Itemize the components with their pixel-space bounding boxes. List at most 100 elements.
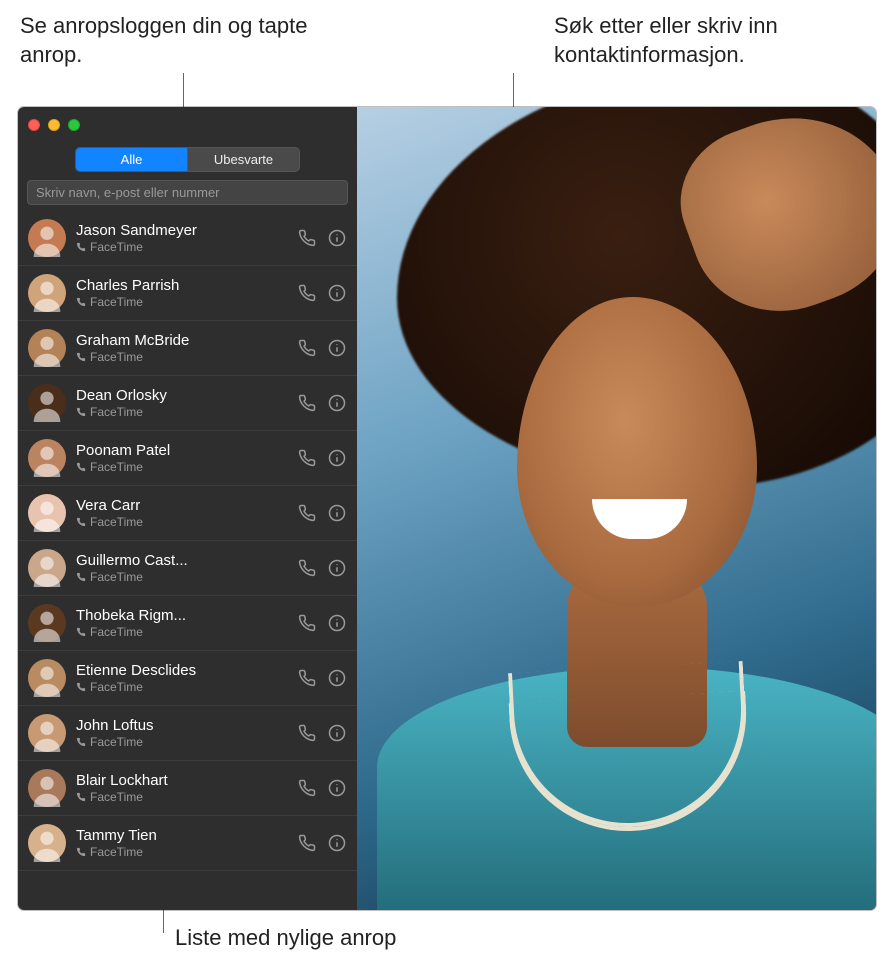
call-button[interactable]: [297, 723, 317, 743]
row-actions: [297, 833, 347, 853]
call-row[interactable]: Blair LockhartFaceTime: [18, 761, 357, 816]
fullscreen-window-button[interactable]: [68, 119, 80, 131]
row-actions: [297, 613, 347, 633]
call-row[interactable]: Jason SandmeyerFaceTime: [18, 211, 357, 266]
video-preview: [357, 107, 876, 910]
call-sub: FaceTime: [76, 460, 297, 474]
call-row[interactable]: Poonam PatelFaceTime: [18, 431, 357, 486]
info-button[interactable]: [327, 613, 347, 633]
call-type-label: FaceTime: [90, 845, 143, 859]
contact-name: Vera Carr: [76, 497, 297, 514]
call-button[interactable]: [297, 558, 317, 578]
row-actions: [297, 723, 347, 743]
call-row[interactable]: Tammy TienFaceTime: [18, 816, 357, 871]
call-type-label: FaceTime: [90, 350, 143, 364]
call-sub: FaceTime: [76, 680, 297, 694]
info-button[interactable]: [327, 228, 347, 248]
call-row-main: Poonam PatelFaceTime: [76, 442, 297, 474]
call-row-main: Vera CarrFaceTime: [76, 497, 297, 529]
avatar: [28, 714, 66, 752]
call-row-main: Guillermo Cast...FaceTime: [76, 552, 297, 584]
call-row-main: Dean OrloskyFaceTime: [76, 387, 297, 419]
call-type-label: FaceTime: [90, 790, 143, 804]
row-actions: [297, 393, 347, 413]
call-type-label: FaceTime: [90, 460, 143, 474]
info-button[interactable]: [327, 778, 347, 798]
call-button[interactable]: [297, 778, 317, 798]
call-button[interactable]: [297, 503, 317, 523]
info-button[interactable]: [327, 723, 347, 743]
call-row[interactable]: Vera CarrFaceTime: [18, 486, 357, 541]
call-row-main: Thobeka Rigm...FaceTime: [76, 607, 297, 639]
avatar: [28, 219, 66, 257]
contact-name: Poonam Patel: [76, 442, 297, 459]
info-button[interactable]: [327, 338, 347, 358]
info-button[interactable]: [327, 448, 347, 468]
callout-tabs: Se anropsloggen din og tapte anrop.: [20, 12, 340, 69]
call-filter-tabs: Alle Ubesvarte: [75, 147, 300, 172]
call-row[interactable]: Dean OrloskyFaceTime: [18, 376, 357, 431]
phone-small-icon: [76, 682, 86, 692]
contact-name: Thobeka Rigm...: [76, 607, 297, 624]
call-sub: FaceTime: [76, 295, 297, 309]
avatar: [28, 494, 66, 532]
close-window-button[interactable]: [28, 119, 40, 131]
info-button[interactable]: [327, 833, 347, 853]
row-actions: [297, 668, 347, 688]
phone-small-icon: [76, 242, 86, 252]
call-type-label: FaceTime: [90, 570, 143, 584]
callout-list: Liste med nylige anrop: [175, 925, 396, 951]
call-row[interactable]: Thobeka Rigm...FaceTime: [18, 596, 357, 651]
row-actions: [297, 503, 347, 523]
phone-small-icon: [76, 847, 86, 857]
contact-name: Charles Parrish: [76, 277, 297, 294]
call-row-main: Tammy TienFaceTime: [76, 827, 297, 859]
call-button[interactable]: [297, 448, 317, 468]
call-type-label: FaceTime: [90, 735, 143, 749]
call-row[interactable]: Charles ParrishFaceTime: [18, 266, 357, 321]
row-actions: [297, 778, 347, 798]
info-button[interactable]: [327, 668, 347, 688]
tab-missed[interactable]: Ubesvarte: [188, 148, 299, 171]
info-button[interactable]: [327, 283, 347, 303]
call-row[interactable]: Etienne DesclidesFaceTime: [18, 651, 357, 706]
info-button[interactable]: [327, 558, 347, 578]
phone-small-icon: [76, 737, 86, 747]
row-actions: [297, 338, 347, 358]
call-button[interactable]: [297, 833, 317, 853]
call-button[interactable]: [297, 338, 317, 358]
camera-self-view: [357, 107, 876, 910]
call-row-main: Etienne DesclidesFaceTime: [76, 662, 297, 694]
call-sub: FaceTime: [76, 790, 297, 804]
info-button[interactable]: [327, 503, 347, 523]
call-button[interactable]: [297, 393, 317, 413]
call-sub: FaceTime: [76, 625, 297, 639]
phone-small-icon: [76, 792, 86, 802]
tab-all[interactable]: Alle: [76, 148, 188, 171]
search-input[interactable]: Skriv navn, e-post eller nummer: [27, 180, 348, 205]
phone-small-icon: [76, 352, 86, 362]
row-actions: [297, 558, 347, 578]
call-row[interactable]: Guillermo Cast...FaceTime: [18, 541, 357, 596]
avatar: [28, 659, 66, 697]
call-row[interactable]: John LoftusFaceTime: [18, 706, 357, 761]
recent-calls-list[interactable]: Jason SandmeyerFaceTimeCharles ParrishFa…: [18, 211, 357, 910]
leader-line: [163, 910, 164, 933]
sidebar: Alle Ubesvarte Skriv navn, e-post eller …: [18, 107, 357, 910]
call-button[interactable]: [297, 613, 317, 633]
call-button[interactable]: [297, 283, 317, 303]
call-button[interactable]: [297, 228, 317, 248]
phone-small-icon: [76, 517, 86, 527]
avatar: [28, 439, 66, 477]
phone-small-icon: [76, 627, 86, 637]
info-button[interactable]: [327, 393, 347, 413]
minimize-window-button[interactable]: [48, 119, 60, 131]
call-row[interactable]: Graham McBrideFaceTime: [18, 321, 357, 376]
call-row-main: Jason SandmeyerFaceTime: [76, 222, 297, 254]
call-sub: FaceTime: [76, 735, 297, 749]
search-placeholder: Skriv navn, e-post eller nummer: [36, 185, 220, 200]
call-row-main: John LoftusFaceTime: [76, 717, 297, 749]
call-type-label: FaceTime: [90, 295, 143, 309]
call-button[interactable]: [297, 668, 317, 688]
row-actions: [297, 283, 347, 303]
